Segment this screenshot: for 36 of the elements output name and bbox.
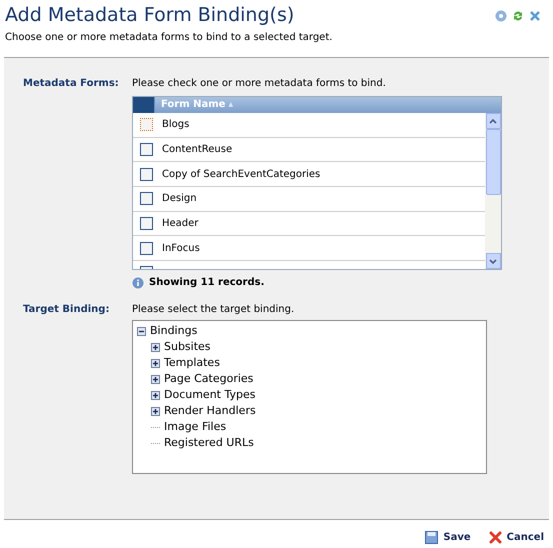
tree-item[interactable]: Registered URLs	[164, 434, 254, 452]
field-label: Target Binding:	[22, 303, 110, 317]
select-all-header[interactable]	[133, 97, 155, 113]
save-button[interactable]: Save	[425, 530, 471, 545]
tree-item[interactable]: Render Handlers	[164, 402, 256, 420]
form-name: Design	[162, 192, 197, 206]
form-name: ContentReuse	[162, 143, 232, 158]
scrollbar[interactable]	[485, 113, 501, 269]
form-name: Copy of SearchEventCategories	[162, 168, 320, 182]
tree-item[interactable]: Document Types	[164, 386, 256, 404]
form-name: Header	[162, 217, 198, 232]
collapse-icon[interactable]	[137, 326, 146, 336]
expand-icon[interactable]	[151, 342, 160, 352]
expand-icon[interactable]	[151, 358, 160, 368]
refresh-icon[interactable]	[512, 10, 524, 22]
tree-item[interactable]: Page Categories	[164, 370, 254, 388]
field-label: Metadata Forms:	[22, 77, 120, 91]
cancel-button[interactable]: Cancel	[488, 530, 544, 545]
scroll-thumb[interactable]	[486, 129, 500, 195]
expand-icon[interactable]	[151, 390, 160, 400]
instruction-text: Please select the target binding.	[132, 303, 296, 317]
tree-item[interactable]: Subsites	[164, 338, 211, 356]
expand-icon[interactable]	[151, 374, 160, 384]
info-icon	[132, 276, 144, 288]
tree-item[interactable]: Bindings	[150, 322, 198, 340]
dialog-title: Add Metadata Form Binding(s)	[5, 3, 296, 27]
tree-item[interactable]: Image Files	[164, 418, 226, 436]
dialog-subtitle: Choose one or more metadata forms to bind to a selected target.	[5, 31, 332, 45]
tree-item[interactable]: Templates	[164, 354, 220, 372]
records-count: Showing 11 records.	[149, 276, 264, 290]
expand-icon[interactable]	[151, 406, 160, 416]
form-name: Blogs	[162, 118, 190, 132]
close-icon	[488, 531, 502, 544]
close-icon[interactable]	[529, 10, 541, 22]
instruction-text: Please check one or more metadata forms to bind.	[132, 77, 387, 91]
form-name: InFocus	[162, 242, 200, 256]
